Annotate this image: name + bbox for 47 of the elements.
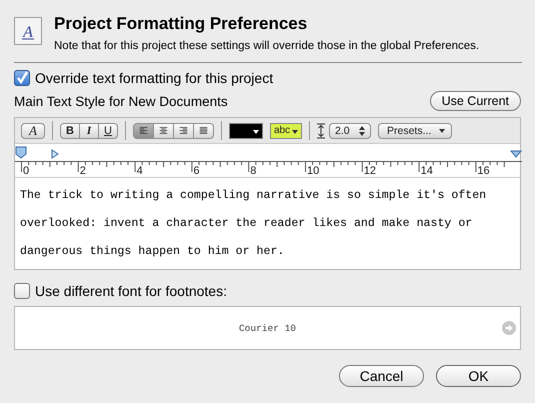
align-right-button[interactable] [173,122,194,138]
ruler-number: 14 [420,165,433,177]
align-left-icon [139,125,148,136]
footnote-font-box[interactable]: Courier 10 [14,306,521,350]
line-spacing-icon [316,122,326,138]
highlight-color-well[interactable]: abc [270,122,302,138]
ruler-number: 10 [307,165,320,177]
dialog-title: Project Formatting Preferences [54,14,308,34]
indent-marker[interactable] [52,149,59,159]
ruler-number: 8 [250,165,256,177]
align-center-icon [159,125,168,136]
cancel-button[interactable]: Cancel [339,365,424,387]
ruler-number: 2 [80,165,86,177]
use-current-button[interactable]: Use Current [430,91,521,111]
align-justify-icon [199,125,208,136]
caret-icon [292,130,298,134]
ruler-number: 6 [193,165,200,177]
format-button[interactable]: U [98,122,118,138]
format-button[interactable]: B [60,122,80,138]
section-label: Main Text Style for New Documents [14,94,228,108]
align-left-button[interactable] [133,122,154,138]
align-center-button[interactable] [153,122,174,138]
ruler-number: 16 [477,165,490,177]
ruler-number: 4 [136,165,143,177]
footnote-checkbox[interactable] [14,283,30,299]
note-text: Note that for this project these settings will override those in the global Preferences. [54,40,480,52]
align-justify-button[interactable] [193,122,214,138]
right-margin-marker[interactable] [510,150,522,158]
tab-stop-marker[interactable] [16,146,26,159]
ok-button[interactable]: OK [436,365,521,387]
footnote-label: Use different font for footnotes: [35,283,227,299]
align-right-icon [179,125,188,136]
ruler-number: 0 [23,165,30,177]
override-checkbox[interactable] [14,70,30,86]
format-button[interactable]: I [79,122,99,138]
presets-popup[interactable]: Presets... [378,122,452,138]
ruler-number: 12 [364,165,376,177]
font-name: Courier 10 [238,322,296,334]
text-color-well[interactable] [229,122,263,138]
stepper-arrows-icon [359,126,365,136]
sample-text[interactable]: The trick to writing a compelling narrative is so simple it's often overlooked: invent a character the reader likes and make nasty or dangerous things happen to him or her. [15,178,520,269]
caret-icon [439,128,446,132]
line-spacing-stepper[interactable]: 2.0 [329,122,371,138]
caret-icon [253,130,259,134]
font-icon: A [14,17,42,45]
styles-button[interactable]: A [21,122,45,138]
override-label: Override text formatting for this project [35,70,274,86]
